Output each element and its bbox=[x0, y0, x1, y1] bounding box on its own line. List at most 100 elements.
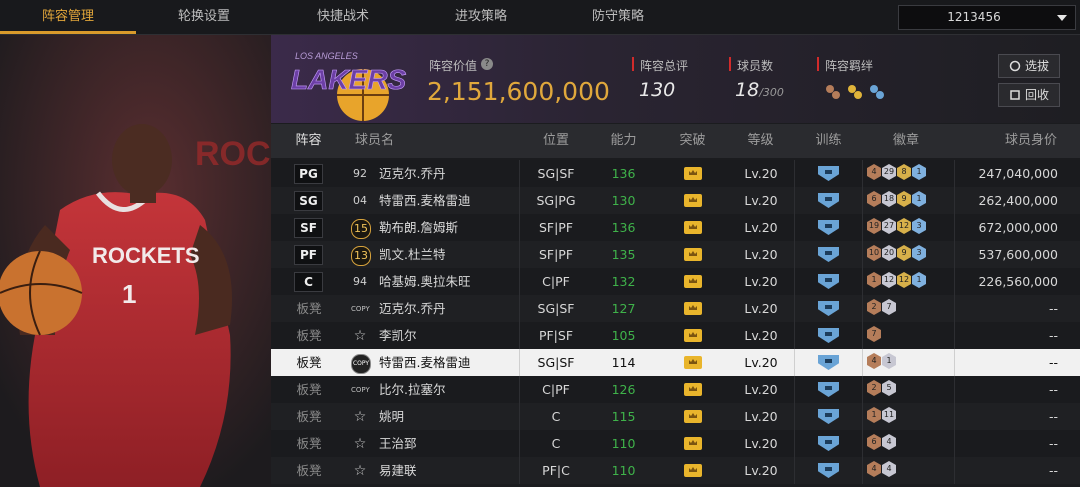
col-ability[interactable]: 能力 bbox=[601, 124, 646, 158]
breakthrough-crown-icon[interactable] bbox=[684, 248, 702, 261]
column-divider bbox=[519, 403, 520, 430]
training-shield-icon[interactable] bbox=[818, 166, 839, 181]
bench-label: 板凳 bbox=[296, 436, 322, 451]
table-row[interactable]: 板凳 ☆ 王治郅 C 110 Lv.20 6 4 -- bbox=[271, 430, 1080, 457]
player-name[interactable]: 易建联 bbox=[379, 457, 417, 484]
badge-group[interactable]: 6 18 9 1 bbox=[867, 191, 927, 210]
badge-group[interactable]: 19 27 12 3 bbox=[867, 218, 927, 237]
chevron-down-icon bbox=[1057, 15, 1067, 21]
breakthrough-crown-icon[interactable] bbox=[684, 437, 702, 450]
training-shield-icon[interactable] bbox=[818, 328, 839, 343]
breakthrough-crown-icon[interactable] bbox=[684, 194, 702, 207]
training-shield-icon[interactable] bbox=[818, 409, 839, 424]
player-name[interactable]: 特雷西.麦格雷迪 bbox=[379, 187, 470, 214]
badge-group[interactable]: 44 bbox=[867, 461, 897, 480]
player-position: SG|SF bbox=[537, 301, 575, 316]
col-position[interactable]: 位置 bbox=[531, 124, 581, 158]
breakthrough-crown-icon[interactable] bbox=[684, 356, 702, 369]
tab-lineup-management[interactable]: 阵容管理 bbox=[0, 0, 136, 34]
training-shield-icon[interactable] bbox=[818, 301, 839, 316]
badge-hex-icon: 20 bbox=[882, 245, 896, 261]
badge-group[interactable]: 1 11 bbox=[867, 407, 897, 426]
player-name[interactable]: 迈克尔.乔丹 bbox=[379, 160, 445, 187]
bench-label: 板凳 bbox=[296, 355, 322, 370]
table-row[interactable]: 板凳 ☆ 易建联 PF|C 110 Lv.20 4 4 -- bbox=[271, 457, 1080, 484]
badge-group[interactable]: 25 bbox=[867, 380, 897, 399]
player-level: Lv.20 bbox=[744, 382, 778, 397]
column-divider bbox=[862, 349, 863, 376]
table-row[interactable]: SG 04 特雷西.麦格雷迪 SG|PG 130 Lv.20 6 18 9 1 262,400,00… bbox=[271, 187, 1080, 214]
badge-group[interactable]: 27 bbox=[867, 299, 897, 318]
training-shield-icon[interactable] bbox=[818, 355, 839, 370]
player-name[interactable]: 李凯尔 bbox=[379, 322, 417, 349]
breakthrough-crown-icon[interactable] bbox=[684, 329, 702, 342]
badge-hex-icon: 6 bbox=[867, 191, 881, 207]
col-level[interactable]: 等级 bbox=[738, 124, 783, 158]
tab-quick-tactics[interactable]: 快捷战术 bbox=[272, 0, 414, 34]
training-shield-icon[interactable] bbox=[818, 247, 839, 262]
player-ability: 136 bbox=[611, 166, 636, 181]
tab-defense-strategy[interactable]: 防守策略 bbox=[548, 0, 688, 34]
table-row[interactable]: 板凳 ☆ 李凯尔 PF|SF 105 Lv.20 7 -- bbox=[271, 322, 1080, 349]
select-button[interactable]: 选拔 bbox=[998, 54, 1060, 78]
position-slot-badge: PF bbox=[294, 245, 323, 265]
recycle-button[interactable]: 回收 bbox=[998, 83, 1060, 107]
player-name[interactable]: 哈基姆.奥拉朱旺 bbox=[379, 268, 470, 295]
player-name[interactable]: 比尔.拉塞尔 bbox=[379, 376, 445, 403]
player-showcase: ROCK ROCKETS 1 bbox=[0, 35, 271, 487]
table-row[interactable]: PG 92 迈克尔.乔丹 SG|SF 136 Lv.20 4 29 8 1 247,040,000 bbox=[271, 160, 1080, 187]
training-shield-icon[interactable] bbox=[818, 463, 839, 478]
player-name[interactable]: 勒布朗.詹姆斯 bbox=[379, 214, 458, 241]
player-name[interactable]: 特雷西.麦格雷迪 bbox=[379, 349, 470, 376]
player-position: SF|PF bbox=[538, 247, 574, 262]
col-badges[interactable]: 徽章 bbox=[881, 124, 931, 158]
player-name[interactable]: 姚明 bbox=[379, 403, 404, 430]
training-shield-icon[interactable] bbox=[818, 274, 839, 289]
player-market-value: 672,000,000 bbox=[978, 220, 1058, 235]
column-divider bbox=[862, 322, 863, 349]
bond-icons[interactable] bbox=[824, 83, 888, 105]
breakthrough-crown-icon[interactable] bbox=[684, 383, 702, 396]
tab-rotation-settings[interactable]: 轮换设置 bbox=[136, 0, 272, 34]
table-row[interactable]: 板凳 ☆ 姚明 C 115 Lv.20 1 11 -- bbox=[271, 403, 1080, 430]
player-name[interactable]: 王治郅 bbox=[379, 430, 417, 457]
table-row[interactable]: C 94 哈基姆.奥拉朱旺 C|PF 132 Lv.20 1 12 12 1 226,560,000 bbox=[271, 268, 1080, 295]
training-shield-icon[interactable] bbox=[818, 193, 839, 208]
tab-offense-strategy[interactable]: 进攻策略 bbox=[414, 0, 548, 34]
badge-group[interactable]: 4 29 8 1 bbox=[867, 164, 927, 183]
col-training[interactable]: 训练 bbox=[806, 124, 851, 158]
table-row[interactable]: 板凳 COPY 特雷西.麦格雷迪 SG|SF 114 Lv.20 4 1 -- bbox=[271, 349, 1080, 376]
table-row[interactable]: 板凳 COPY 比尔.拉塞尔 C|PF 126 Lv.20 2 5 -- bbox=[271, 376, 1080, 403]
column-divider bbox=[794, 457, 795, 484]
breakthrough-crown-icon[interactable] bbox=[684, 221, 702, 234]
column-divider bbox=[794, 214, 795, 241]
player-name[interactable]: 凯文.杜兰特 bbox=[379, 241, 445, 268]
badge-hex-icon: 1 bbox=[912, 191, 926, 207]
training-shield-icon[interactable] bbox=[818, 220, 839, 235]
player-name[interactable]: 迈克尔.乔丹 bbox=[379, 295, 445, 322]
account-dropdown[interactable]: 1213456 bbox=[898, 5, 1076, 30]
breakthrough-crown-icon[interactable] bbox=[684, 302, 702, 315]
badge-group[interactable]: 7 bbox=[867, 326, 882, 345]
badge-group[interactable]: 10 20 9 3 bbox=[867, 245, 927, 264]
player-count: 18/300 bbox=[735, 79, 784, 101]
breakthrough-crown-icon[interactable] bbox=[684, 410, 702, 423]
col-slot[interactable]: 阵容 bbox=[286, 124, 331, 158]
col-name[interactable]: 球员名 bbox=[355, 124, 415, 158]
training-shield-icon[interactable] bbox=[818, 436, 839, 451]
breakthrough-crown-icon[interactable] bbox=[684, 275, 702, 288]
table-row[interactable]: SF 15 勒布朗.詹姆斯 SF|PF 136 Lv.20 19 27 12 3 672,000,0… bbox=[271, 214, 1080, 241]
player-level: Lv.20 bbox=[744, 166, 778, 181]
badge-group[interactable]: 1 12 12 1 bbox=[867, 272, 927, 291]
col-breakthrough[interactable]: 突破 bbox=[670, 124, 715, 158]
breakthrough-crown-icon[interactable] bbox=[684, 167, 702, 180]
col-player-value[interactable]: 球员身价 bbox=[991, 124, 1071, 158]
badge-group[interactable]: 64 bbox=[867, 434, 897, 453]
help-icon[interactable]: ? bbox=[481, 58, 493, 70]
table-row[interactable]: 板凳 COPY 迈克尔.乔丹 SG|SF 127 Lv.20 2 7 -- bbox=[271, 295, 1080, 322]
table-row[interactable]: PF 13 凯文.杜兰特 SF|PF 135 Lv.20 10 20 9 3 537,600,000 bbox=[271, 241, 1080, 268]
badge-group[interactable]: 41 bbox=[867, 353, 897, 372]
column-divider bbox=[519, 160, 520, 187]
training-shield-icon[interactable] bbox=[818, 382, 839, 397]
breakthrough-crown-icon[interactable] bbox=[684, 464, 702, 477]
